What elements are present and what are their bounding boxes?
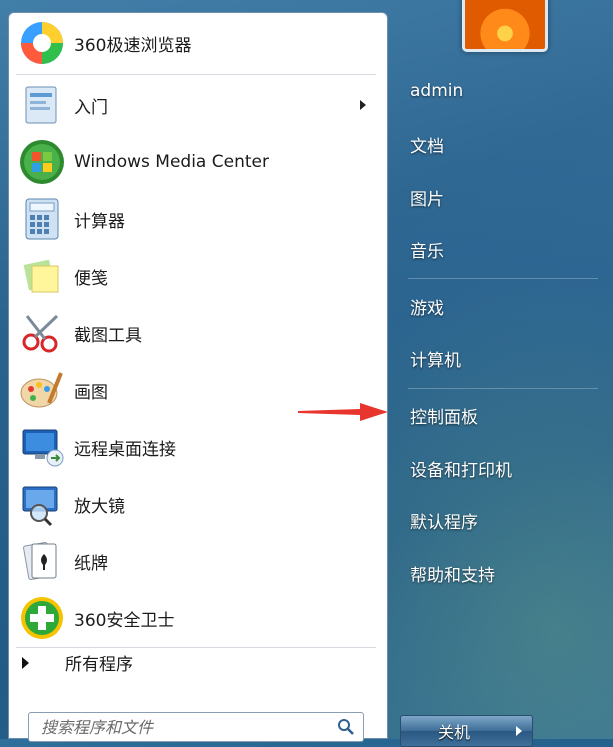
program-label: 截图工具 [74,325,142,346]
360-safe-icon [16,592,68,644]
divider [16,74,376,75]
right-item-computer[interactable]: 计算机 [398,338,604,378]
all-programs-label: 所有程序 [65,655,133,675]
program-item-calculator[interactable]: 计算器 [16,192,376,246]
user-avatar[interactable] [462,0,548,52]
program-label: 便笺 [74,268,108,289]
program-label: 画图 [74,382,108,403]
shutdown-label: 关机 [437,723,470,742]
right-item-control-panel[interactable]: 控制面板 [398,395,604,435]
right-item-label: 帮助和支持 [410,565,495,586]
right-item-label: 图片 [410,189,444,210]
right-item-user[interactable]: admin [398,71,604,111]
magnifier-icon [16,478,68,530]
right-item-games[interactable]: 游戏 [398,286,604,326]
right-item-help-support[interactable]: 帮助和支持 [398,553,604,593]
360-browser-icon [16,17,68,69]
program-item-360-browser[interactable]: 360极速浏览器 [16,16,376,70]
paint-icon [16,364,68,416]
program-label: 计算器 [74,211,125,232]
sticky-notes-icon [16,250,68,302]
program-label: 远程桌面连接 [74,439,176,460]
right-item-label: 音乐 [410,241,444,262]
program-label: 360极速浏览器 [74,35,192,56]
program-item-360-safe[interactable]: 360安全卫士 [16,591,376,645]
right-item-label: 文档 [410,136,444,157]
program-item-sticky-notes[interactable]: 便笺 [16,249,376,303]
windows-media-center-icon [16,136,68,188]
program-item-solitaire[interactable]: 纸牌 [16,534,376,588]
expand-arrow-icon [22,656,29,669]
calculator-icon [16,193,68,245]
program-label: 360安全卫士 [74,610,175,631]
annotation-arrow-icon [298,403,388,421]
program-item-remote-desktop[interactable]: 远程桌面连接 [16,420,376,474]
getting-started-icon [16,79,68,131]
remote-desktop-icon [16,421,68,473]
program-label: 放大镜 [74,496,125,517]
right-item-label: 控制面板 [410,407,478,428]
right-item-label: 默认程序 [410,512,478,533]
program-item-magnifier[interactable]: 放大镜 [16,477,376,531]
search-input[interactable] [39,713,333,741]
snipping-tool-icon [16,307,68,359]
right-item-devices-printers[interactable]: 设备和打印机 [398,448,604,488]
right-item-label: 计算机 [410,350,461,371]
search-box[interactable] [28,712,364,742]
search-icon[interactable] [337,718,355,736]
right-item-default-programs[interactable]: 默认程序 [398,500,604,540]
program-label: Windows Media Center [74,152,269,172]
solitaire-icon [16,535,68,587]
all-programs-button[interactable]: 所有程序 [22,650,133,675]
submenu-arrow-icon[interactable] [360,100,366,110]
program-item-snipping-tool[interactable]: 截图工具 [16,306,376,360]
right-item-label: 游戏 [410,298,444,319]
program-label: 纸牌 [74,553,108,574]
right-item-label: 设备和打印机 [410,460,512,481]
shutdown-button[interactable]: 关机 [400,715,508,747]
program-label: 入门 [74,97,108,118]
right-item-documents[interactable]: 文档 [398,124,604,164]
divider [16,647,376,648]
program-item-windows-media-center[interactable]: Windows Media Center [16,135,376,189]
right-item-music[interactable]: 音乐 [398,229,604,269]
shutdown-options-button[interactable] [506,715,533,747]
right-item-pictures[interactable]: 图片 [398,177,604,217]
arrow-right-icon [516,726,522,736]
divider [408,388,598,389]
user-name-label: admin [410,81,464,101]
divider [408,278,598,279]
program-item-getting-started[interactable]: 入门 [16,78,376,132]
